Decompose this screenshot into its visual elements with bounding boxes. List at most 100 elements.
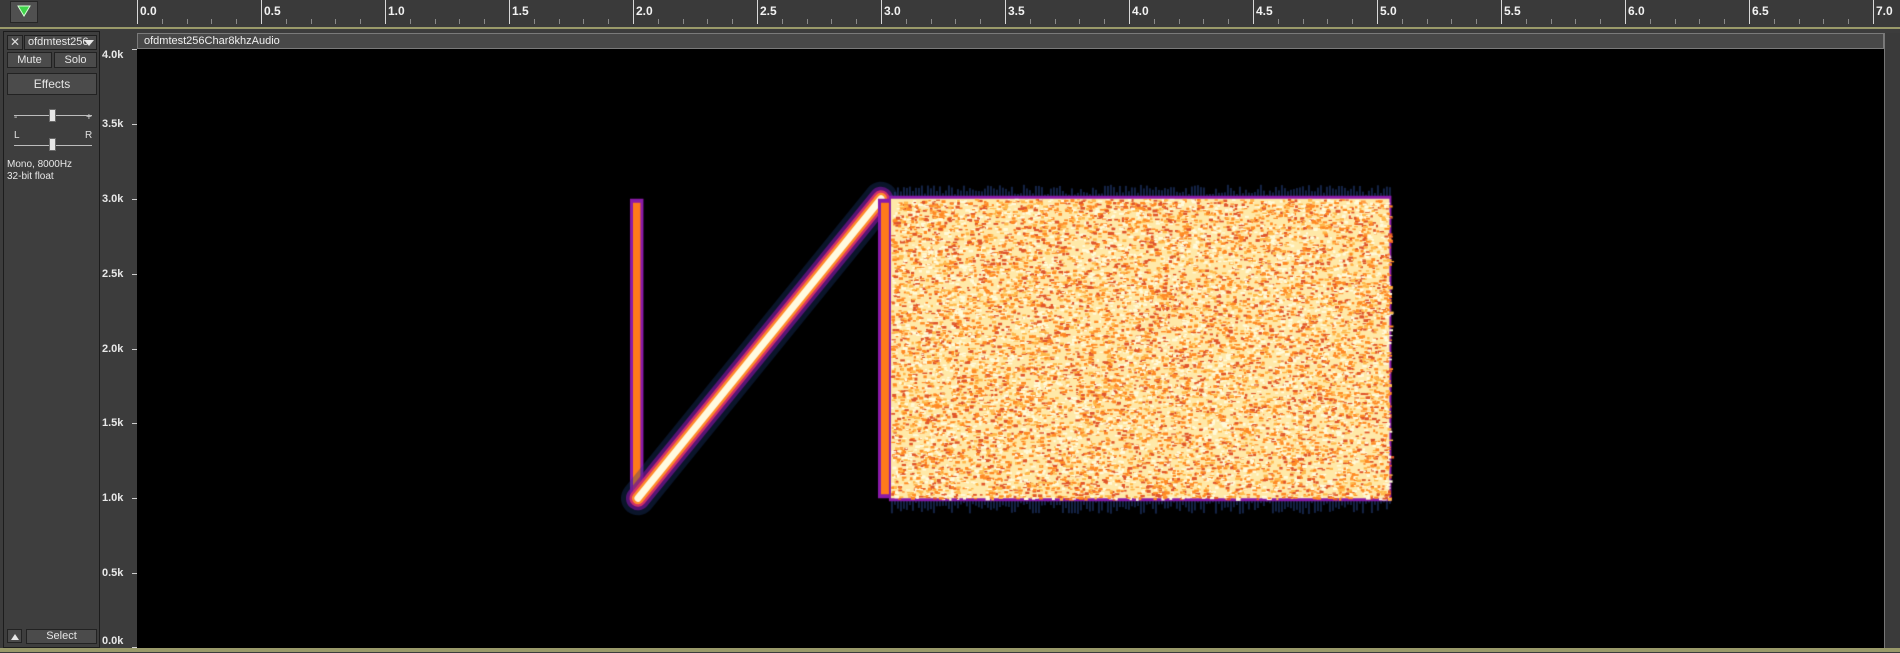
ruler-minor-tick — [1551, 19, 1552, 24]
pan-left-label: L — [14, 130, 20, 141]
ruler-minor-tick — [534, 19, 535, 24]
ruler-tick-label: 7.0 — [1876, 4, 1893, 18]
frequency-label: 3.0k — [102, 193, 124, 205]
frequency-label: 1.5k — [102, 417, 124, 429]
ruler-minor-tick — [1427, 19, 1428, 24]
ruler-minor-tick — [1600, 19, 1601, 24]
ruler-minor-tick — [1030, 19, 1031, 24]
frequency-label: 3.5k — [102, 118, 124, 130]
ruler-minor-tick — [980, 19, 981, 24]
effects-button[interactable]: Effects — [7, 73, 97, 95]
ruler-minor-tick — [608, 19, 609, 24]
ruler-minor-tick — [1154, 19, 1155, 24]
timeline-ruler[interactable]: 0.0 0.5 1.0 1.5 2.0 2.5 3.0 3.5 4.0 4.5 5.0 5.5 6.0 6… — [0, 0, 1900, 29]
ruler-minor-tick — [1203, 19, 1204, 24]
gain-slider-thumb[interactable] — [49, 109, 56, 122]
ruler-minor-tick — [782, 19, 783, 24]
track-format-info: Mono, 8000Hz 32-bit float — [7, 159, 72, 183]
frequency-label: 2.0k — [102, 343, 124, 355]
track-format-rate: Mono, 8000Hz — [7, 159, 73, 170]
ruler-minor-tick — [1823, 19, 1824, 24]
ruler-minor-tick — [583, 19, 584, 24]
ruler-minor-tick — [211, 19, 212, 24]
frequency-label: 2.5k — [102, 268, 124, 280]
ruler-minor-tick — [435, 19, 436, 24]
ruler-minor-tick — [1179, 19, 1180, 24]
ruler-minor-tick — [1055, 19, 1056, 24]
spectrogram-view[interactable] — [137, 49, 1884, 648]
ruler-minor-tick — [484, 19, 485, 24]
solo-button[interactable]: Solo — [54, 52, 97, 68]
ruler-minor-tick — [1402, 19, 1403, 24]
ruler-minor-tick — [335, 19, 336, 24]
ruler-minor-tick — [856, 19, 857, 24]
ruler-major-tick — [1005, 0, 1006, 24]
track-control-panel: ✕ ofdmtest256 Mute Solo Effects - + L R … — [3, 31, 100, 648]
clip-title-bar[interactable]: ofdmtest256Char8khzAudio — [137, 33, 1884, 49]
frequency-scale: 4.0k 3.5k 3.0k 2.5k 2.0k 1.5k 1.0k 0.5k 0.0k — [100, 49, 137, 648]
ruler-major-tick — [1501, 0, 1502, 24]
ruler-major-tick — [633, 0, 634, 24]
ruler-minor-tick — [931, 19, 932, 24]
gain-plus-label: + — [86, 112, 92, 123]
play-head-button[interactable] — [10, 1, 38, 23]
ruler-minor-tick — [162, 19, 163, 24]
ruler-tick-label: 1.5 — [512, 4, 529, 18]
ruler-minor-tick — [906, 19, 907, 24]
ruler-minor-tick — [410, 19, 411, 24]
ruler-minor-tick — [311, 19, 312, 24]
ruler-minor-tick — [1526, 19, 1527, 24]
pan-slider-thumb[interactable] — [49, 138, 56, 151]
ruler-minor-tick — [1724, 19, 1725, 24]
ruler-tick-label: 3.5 — [1008, 4, 1025, 18]
ruler-tick-label: 2.5 — [760, 4, 777, 18]
ruler-minor-tick — [1104, 19, 1105, 24]
ruler-major-tick — [509, 0, 510, 24]
ruler-minor-tick — [236, 19, 237, 24]
track-name-menu[interactable]: ofdmtest256 — [24, 35, 97, 50]
track-name-label: ofdmtest256 — [28, 36, 89, 48]
ruler-minor-tick — [187, 19, 188, 24]
pan-right-label: R — [85, 130, 93, 141]
ruler-minor-tick — [1476, 19, 1477, 24]
ruler-minor-tick — [831, 19, 832, 24]
ruler-minor-tick — [807, 19, 808, 24]
ruler-minor-tick — [360, 19, 361, 24]
spectrogram-canvas — [137, 49, 1884, 648]
ruler-minor-tick — [1228, 19, 1229, 24]
ruler-tick-label: 5.0 — [1380, 4, 1397, 18]
ruler-minor-tick — [1079, 19, 1080, 24]
ruler-major-tick — [261, 0, 262, 24]
dropdown-arrow-icon — [84, 40, 94, 46]
ruler-major-tick — [757, 0, 758, 24]
select-track-button[interactable]: Select — [26, 629, 97, 644]
ruler-tick-label: 3.0 — [884, 4, 901, 18]
ruler-tick-label: 6.0 — [1628, 4, 1645, 18]
frequency-label: 0.5k — [102, 567, 124, 579]
track-right-edge — [1884, 33, 1900, 648]
close-track-button[interactable]: ✕ — [7, 35, 23, 50]
ruler-major-tick — [881, 0, 882, 24]
frequency-label: 4.0k — [102, 49, 124, 61]
ruler-minor-tick — [1352, 19, 1353, 24]
ruler-major-tick — [1873, 0, 1874, 24]
ruler-tick-label: 2.0 — [636, 4, 653, 18]
collapse-track-button[interactable] — [7, 629, 22, 643]
frequency-label: 1.0k — [102, 492, 124, 504]
ruler-major-tick — [1129, 0, 1130, 24]
ruler-minor-tick — [1774, 19, 1775, 24]
ruler-minor-tick — [1327, 19, 1328, 24]
collapse-up-icon — [11, 634, 19, 640]
frequency-label: 0.0k — [102, 635, 124, 647]
ruler-minor-tick — [1848, 19, 1849, 24]
ruler-minor-tick — [732, 19, 733, 24]
ruler-minor-tick — [707, 19, 708, 24]
ruler-minor-tick — [1799, 19, 1800, 24]
clip-name: ofdmtest256Char8khzAudio — [144, 35, 280, 47]
play-head-icon — [17, 5, 31, 17]
mute-button[interactable]: Mute — [7, 52, 52, 68]
ruler-minor-tick — [1575, 19, 1576, 24]
track-bottom-bar — [0, 648, 1900, 652]
ruler-minor-tick — [559, 19, 560, 24]
ruler-minor-tick — [459, 19, 460, 24]
